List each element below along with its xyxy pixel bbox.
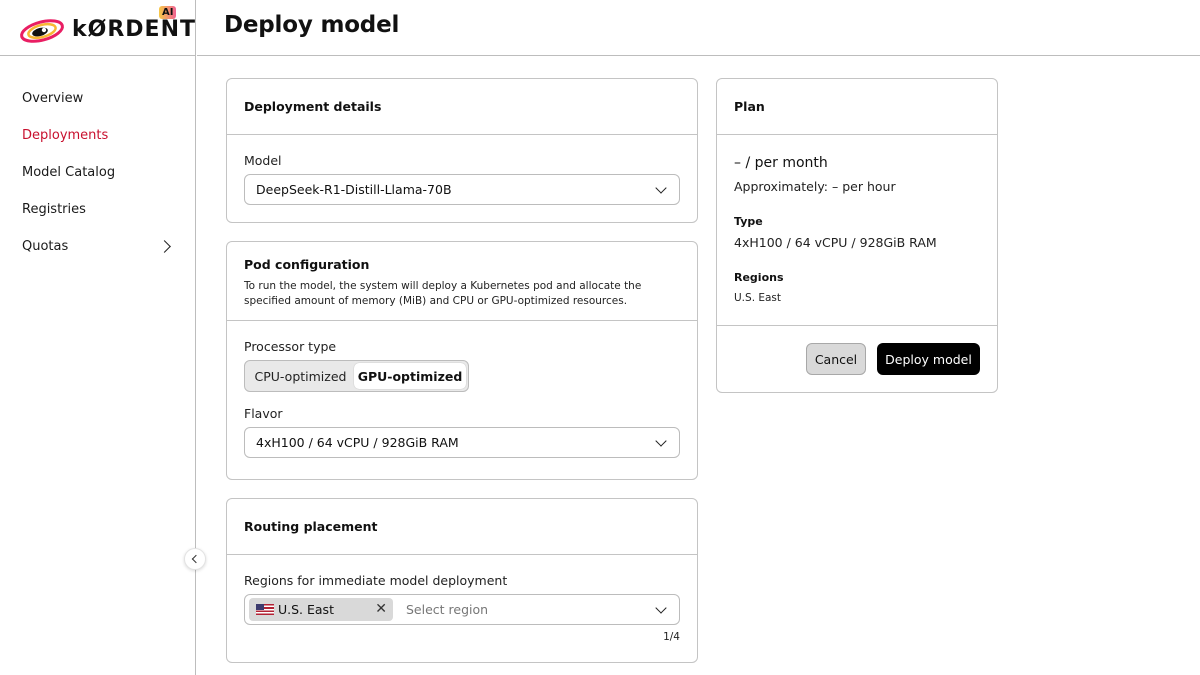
model-label: Model [244,153,282,168]
processor-type-label: Processor type [244,339,337,354]
deployment-details-card: Deployment details Model DeepSeek-R1-Dis… [226,78,698,223]
card-header: Deployment details [227,79,697,135]
flavor-label: Flavor [244,406,283,421]
sidebar-item-label: Overview [22,91,84,106]
page-title: Deploy model [224,12,400,38]
logo-area: kØRDENT AI [0,0,195,56]
collapse-sidebar-button[interactable] [184,548,206,570]
processor-type-toggle: CPU-optimized GPU-optimized [244,360,469,392]
model-select[interactable]: DeepSeek-R1-Distill-Llama-70B [244,174,680,205]
us-flag-icon [256,604,274,615]
sidebar-item-model-catalog[interactable]: Model Catalog [0,154,195,191]
sidebar-nav: Overview Deployments Model Catalog Regis… [0,56,195,265]
card-title: Routing placement [244,519,378,534]
regions-value: U.S. East [734,292,782,304]
description-line: specified amount of memory (MiB) and CPU… [244,295,628,307]
region-select[interactable]: U.S. East ✕ Select region [244,594,680,625]
card-header: Pod configuration To run the model, the … [227,242,697,321]
pod-config-description: To run the model, the system will deploy… [244,279,697,309]
price-per-hour: Approximately: – per hour [734,179,896,194]
sidebar-item-label: Registries [22,202,86,217]
chevron-down-icon [655,602,667,614]
close-icon[interactable]: ✕ [375,601,387,617]
sidebar-item-registries[interactable]: Registries [0,191,195,228]
divider [717,325,997,326]
description-line: To run the model, the system will deploy… [244,280,642,292]
sidebar-item-deployments[interactable]: Deployments [0,117,195,154]
brand-name: kØRDENT [72,17,196,42]
price-per-month: – / per month [734,155,828,171]
card-header: Routing placement [227,499,697,555]
plan-card: Plan – / per month Approximately: – per … [716,78,998,393]
card-title: Deployment details [244,99,382,114]
sidebar-item-quotas[interactable]: Quotas [0,228,195,265]
sidebar-item-label: Deployments [22,128,109,143]
gpu-optimized-option[interactable]: GPU-optimized [354,363,466,389]
flavor-select-value: 4xH100 / 64 vCPU / 928GiB RAM [256,435,459,450]
chevron-left-icon [191,554,201,564]
sidebar: kØRDENT AI Overview Deployments Model Ca… [0,0,196,675]
card-title: Plan [734,99,765,114]
routing-placement-card: Routing placement Regions for immediate … [226,498,698,663]
chevron-down-icon [655,435,667,447]
ai-badge: AI [159,6,177,19]
regions-label: Regions for immediate model deployment [244,573,508,588]
region-count: 1/4 [663,631,680,643]
kordent-logo-icon [20,19,64,43]
sidebar-item-overview[interactable]: Overview [0,80,195,117]
deploy-model-button[interactable]: Deploy model [877,343,980,375]
region-chip-label: U.S. East [278,602,334,617]
card-title: Pod configuration [244,257,370,272]
cpu-optimized-option[interactable]: CPU-optimized [247,363,354,389]
page-header: Deploy model [197,0,1200,56]
region-chip: U.S. East ✕ [249,598,393,621]
card-header: Plan [717,79,997,135]
regions-label: Regions [734,271,784,284]
model-select-value: DeepSeek-R1-Distill-Llama-70B [256,182,452,197]
sidebar-item-label: Quotas [22,239,69,254]
cancel-button[interactable]: Cancel [806,343,866,375]
chevron-right-icon [158,240,171,253]
type-label: Type [734,215,763,228]
chevron-down-icon [655,182,667,194]
pod-configuration-card: Pod configuration To run the model, the … [226,241,698,480]
sidebar-item-label: Model Catalog [22,165,116,180]
region-placeholder: Select region [406,602,489,617]
type-value: 4xH100 / 64 vCPU / 928GiB RAM [734,235,937,250]
flavor-select[interactable]: 4xH100 / 64 vCPU / 928GiB RAM [244,427,680,458]
